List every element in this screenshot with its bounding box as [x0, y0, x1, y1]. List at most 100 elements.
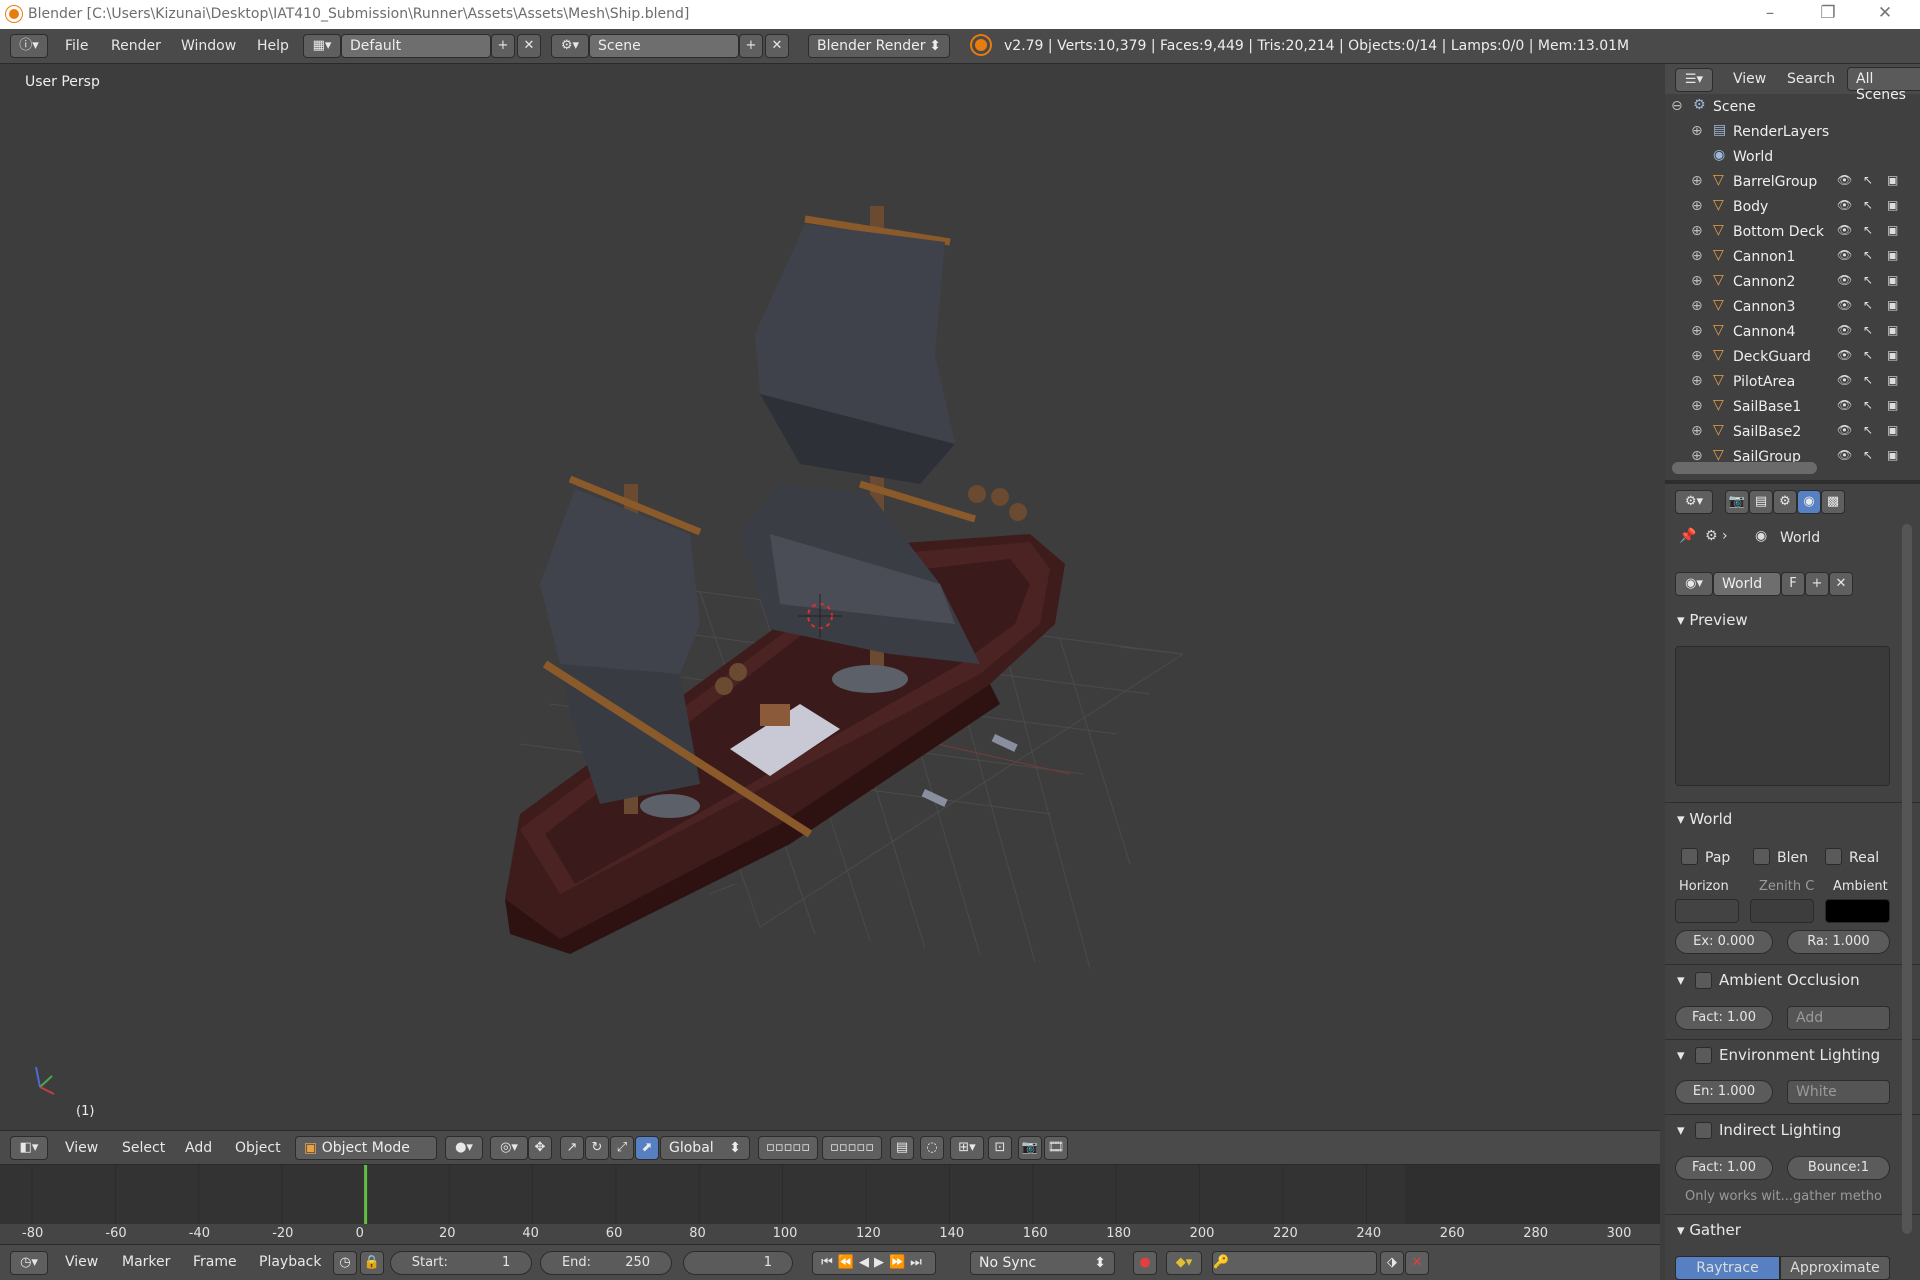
- camera-icon[interactable]: ▣: [1887, 398, 1898, 412]
- editor-type-properties-icon[interactable]: ⚙▾: [1675, 490, 1713, 514]
- horizon-color-swatch[interactable]: [1675, 899, 1739, 923]
- ao-blend-select[interactable]: Add: [1787, 1006, 1890, 1030]
- rotate-manipulator-icon[interactable]: ↻: [585, 1136, 609, 1160]
- properties-panel[interactable]: ⚙▾ 📷 ▤ ⚙ ◉ ▩ 📌 ⚙ › ◉ World ◉▾ World F + …: [1665, 484, 1920, 1280]
- camera-icon[interactable]: ▣: [1887, 323, 1898, 337]
- ao-checkbox[interactable]: [1695, 972, 1712, 989]
- indirect-panel-header[interactable]: ▾: [1677, 1121, 1685, 1139]
- outliner-item[interactable]: ⊕ ▤ RenderLayers: [1665, 120, 1910, 145]
- pivot-point-icon[interactable]: ◎▾: [490, 1136, 528, 1160]
- camera-icon[interactable]: ▣: [1887, 223, 1898, 237]
- cursor-icon[interactable]: ↖: [1863, 448, 1873, 462]
- real-sky-checkbox[interactable]: [1825, 848, 1842, 865]
- current-frame-field[interactable]: 1: [683, 1251, 793, 1275]
- env-energy-field[interactable]: En: 1.000: [1675, 1080, 1773, 1104]
- end-frame-field[interactable]: End: 250: [540, 1251, 672, 1275]
- scale-manipulator-icon[interactable]: ⤢: [610, 1136, 634, 1160]
- cursor-icon[interactable]: ↖: [1863, 373, 1873, 387]
- eye-icon[interactable]: 👁: [1837, 198, 1852, 212]
- properties-scrollbar[interactable]: [1902, 524, 1912, 1234]
- menu-playback[interactable]: Playback: [259, 1254, 321, 1270]
- expand-toggle-icon[interactable]: ⊕: [1691, 123, 1703, 139]
- paper-sky-checkbox[interactable]: [1681, 848, 1698, 865]
- expand-toggle-icon[interactable]: ⊕: [1691, 298, 1703, 314]
- outliner-item[interactable]: ⊕ ▽ BarrelGroup 👁 ↖ ▣: [1665, 170, 1910, 195]
- ao-factor-field[interactable]: Fact: 1.00: [1675, 1006, 1773, 1030]
- outliner-item[interactable]: ⊕ ▽ PilotArea 👁 ↖ ▣: [1665, 370, 1910, 395]
- interaction-mode-select[interactable]: ▣ Object Mode: [295, 1136, 437, 1160]
- scene-icon[interactable]: ⚙▾: [551, 34, 589, 58]
- preview-range-icon[interactable]: ◷: [333, 1251, 357, 1275]
- editor-type-outliner-icon[interactable]: ☰▾: [1675, 68, 1713, 92]
- minimize-button[interactable]: –: [1747, 3, 1793, 23]
- eye-icon[interactable]: 👁: [1837, 448, 1852, 462]
- maximize-button[interactable]: ❐: [1805, 3, 1851, 23]
- tab-render-icon[interactable]: 📷: [1725, 490, 1749, 514]
- viewport-shading-icon[interactable]: ●▾: [445, 1136, 483, 1160]
- timeline-area[interactable]: [0, 1165, 1660, 1225]
- ao-panel-header[interactable]: ▾: [1677, 971, 1685, 989]
- close-button[interactable]: ✕: [1862, 3, 1908, 23]
- eye-icon[interactable]: 👁: [1837, 373, 1852, 387]
- render-still-icon[interactable]: 📷: [1018, 1136, 1042, 1160]
- snap-target-icon[interactable]: ⊡: [988, 1136, 1012, 1160]
- delete-scene-icon[interactable]: ✕: [765, 34, 789, 58]
- add-screen-icon[interactable]: +: [491, 34, 515, 58]
- lock-camera-icon[interactable]: ▤: [890, 1136, 914, 1160]
- eye-icon[interactable]: 👁: [1837, 323, 1852, 337]
- indirect-lighting-checkbox[interactable]: [1695, 1122, 1712, 1139]
- outliner-item[interactable]: ⊕ ▽ SailBase1 👁 ↖ ▣: [1665, 395, 1910, 420]
- record-icon[interactable]: ●: [1133, 1251, 1157, 1275]
- pin-icon[interactable]: 📌: [1679, 528, 1696, 544]
- camera-icon[interactable]: ▣: [1887, 448, 1898, 462]
- camera-icon[interactable]: ▣: [1887, 273, 1898, 287]
- render-engine-select[interactable]: Blender Render ⬍: [808, 34, 950, 58]
- expand-toggle-icon[interactable]: ⊕: [1691, 323, 1703, 339]
- editor-type-3d-icon[interactable]: ◧▾: [10, 1136, 48, 1160]
- expand-toggle-icon[interactable]: ⊕: [1691, 373, 1703, 389]
- env-lighting-checkbox[interactable]: [1695, 1047, 1712, 1064]
- sync-mode-select[interactable]: No Sync ⬍: [970, 1251, 1115, 1275]
- outliner-scrollbar[interactable]: [1672, 462, 1817, 474]
- unlink-world-icon[interactable]: ✕: [1829, 572, 1853, 596]
- tab-render-layers-icon[interactable]: ▤: [1749, 490, 1773, 514]
- outliner-item[interactable]: ⊕ ▽ SailBase2 👁 ↖ ▣: [1665, 420, 1910, 445]
- editor-type-timeline-icon[interactable]: ◷▾: [10, 1251, 48, 1275]
- insert-keyframe-icon[interactable]: ⬗: [1380, 1251, 1404, 1275]
- cursor-icon[interactable]: ↖: [1863, 248, 1873, 262]
- camera-icon[interactable]: ▣: [1887, 198, 1898, 212]
- translate-manipulator-icon[interactable]: ↗: [560, 1136, 584, 1160]
- camera-icon[interactable]: ▣: [1887, 373, 1898, 387]
- outliner-item[interactable]: ⊖ ⚙ Scene: [1665, 95, 1910, 120]
- screen-layout-icon[interactable]: ▦▾: [303, 34, 341, 58]
- start-frame-field[interactable]: Start: 1: [390, 1251, 532, 1275]
- keying-icon[interactable]: ◆▾: [1166, 1251, 1202, 1275]
- expand-toggle-icon[interactable]: ⊕: [1691, 223, 1703, 239]
- eye-icon[interactable]: 👁: [1837, 348, 1852, 362]
- range-field[interactable]: Ra: 1.000: [1787, 930, 1890, 954]
- menu-object[interactable]: Object: [235, 1140, 281, 1156]
- snap-element-icon[interactable]: ⊞▾: [950, 1136, 984, 1160]
- layer-buttons-2[interactable]: ▫▫▫▫▫: [822, 1136, 882, 1160]
- playback-controls[interactable]: ⏮⏪◀▶⏩⏭: [812, 1251, 936, 1275]
- zenith-color-swatch[interactable]: [1750, 899, 1814, 923]
- eye-icon[interactable]: 👁: [1837, 173, 1852, 187]
- outliner-item[interactable]: ⊕ ▽ Cannon3 👁 ↖ ▣: [1665, 295, 1910, 320]
- delete-screen-icon[interactable]: ✕: [517, 34, 541, 58]
- proportional-edit-icon[interactable]: ◌: [920, 1136, 944, 1160]
- env-color-select[interactable]: White: [1787, 1080, 1890, 1104]
- scene-field[interactable]: Scene: [589, 34, 739, 58]
- expand-toggle-icon[interactable]: ⊕: [1691, 348, 1703, 364]
- world-panel-header[interactable]: ▾ World: [1677, 810, 1732, 828]
- camera-icon[interactable]: ▣: [1887, 248, 1898, 262]
- tab-texture-icon[interactable]: ▩: [1821, 490, 1845, 514]
- indirect-bounce-field[interactable]: Bounce:1: [1787, 1156, 1890, 1180]
- outliner-menu-view[interactable]: View: [1733, 71, 1766, 87]
- expand-toggle-icon[interactable]: ⊕: [1691, 423, 1703, 439]
- cursor-icon[interactable]: ↖: [1863, 298, 1873, 312]
- camera-icon[interactable]: ▣: [1887, 173, 1898, 187]
- menu-timeline-view[interactable]: View: [65, 1254, 98, 1270]
- indirect-factor-field[interactable]: Fact: 1.00: [1675, 1156, 1773, 1180]
- cursor-icon[interactable]: ↖: [1863, 348, 1873, 362]
- exposure-field[interactable]: Ex: 0.000: [1675, 930, 1773, 954]
